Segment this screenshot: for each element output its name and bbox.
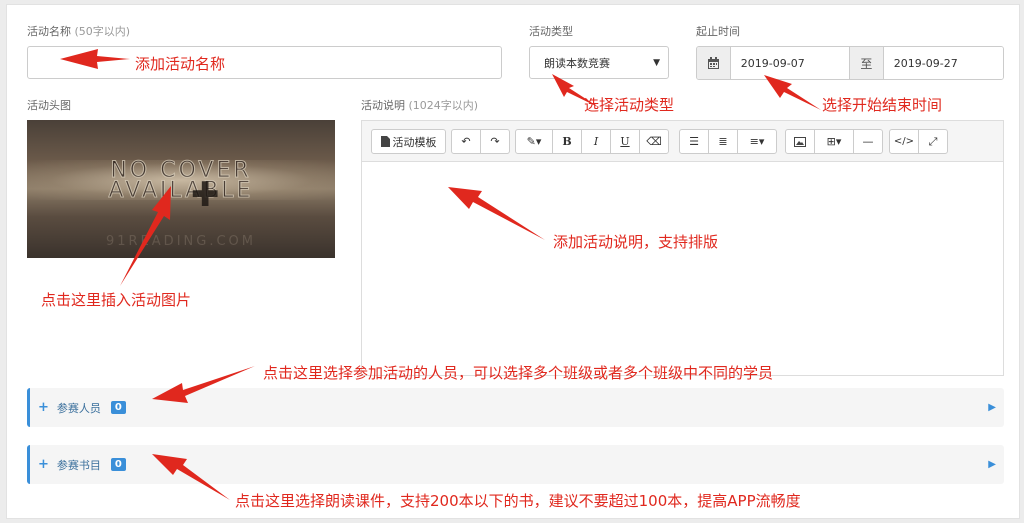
description-hint: (1024字以内)	[408, 99, 479, 112]
annotation-type: 选择活动类型	[584, 96, 675, 114]
expand-icon: ⤢	[928, 134, 938, 148]
activity-name-input[interactable]	[27, 46, 502, 79]
annotation-desc: 添加活动说明，支持排版	[553, 233, 719, 251]
clear-format-button[interactable]: ⌫	[639, 129, 669, 154]
caret-right-icon: ▶	[988, 459, 996, 470]
plus-icon: ✚	[191, 175, 220, 215]
bullet-list-icon: ☰	[689, 135, 699, 148]
cover-image-picker[interactable]: NO COVER AVAILABLE 91READING.COM ✚	[27, 120, 335, 258]
cover-watermark: 91READING.COM	[106, 234, 256, 249]
calendar-icon[interactable]	[697, 47, 731, 79]
editor-toolbar: 活动模板 ↶ ↷ ✎▾ B I U ⌫ ☰ ≣ ≡▾ ⊞▾ — </> ⤢	[362, 121, 1003, 162]
redo-button[interactable]: ↷	[480, 129, 510, 154]
caret-right-icon: ▶	[988, 402, 996, 413]
activity-name-hint: (50字以内)	[74, 25, 131, 38]
end-date-input[interactable]: 2019-09-27	[883, 47, 1003, 79]
calendar-icon-svg	[707, 56, 719, 69]
time-range-label: 起止时间	[696, 25, 740, 38]
participants-section[interactable]: + 参赛人员 0 ▶	[27, 388, 1004, 427]
caret-down-icon: ▼	[653, 57, 660, 68]
plus-icon: +	[38, 400, 49, 415]
bold-button[interactable]: B	[552, 129, 582, 154]
activity-name-label: 活动名称 (50字以内)	[27, 23, 130, 39]
file-icon	[380, 136, 390, 147]
template-button[interactable]: 活动模板	[371, 129, 446, 154]
participants-count-badge: 0	[110, 401, 126, 414]
image-icon	[794, 136, 806, 147]
participants-label: 参赛人员	[56, 401, 101, 415]
activity-type-value: 朗读本数竞赛	[544, 56, 610, 70]
cover-text-line2: AVAILABLE	[108, 178, 254, 204]
cover-label: 活动头图	[27, 99, 71, 112]
redo-icon: ↷	[490, 135, 500, 148]
books-label: 参赛书目	[56, 458, 101, 472]
books-section[interactable]: + 参赛书目 0 ▶	[27, 445, 1004, 484]
align-icon: ≡▾	[749, 135, 765, 148]
magic-wand-icon: ✎▾	[526, 135, 542, 148]
magic-style-button[interactable]: ✎▾	[515, 129, 553, 154]
ordered-list-icon: ≣	[718, 135, 728, 148]
italic-button[interactable]: I	[581, 129, 611, 154]
ordered-list-button[interactable]: ≣	[708, 129, 738, 154]
undo-button[interactable]: ↶	[451, 129, 481, 154]
table-icon: ⊞▾	[826, 135, 842, 148]
insert-table-button[interactable]: ⊞▾	[814, 129, 854, 154]
template-button-label: 活动模板	[392, 135, 437, 149]
code-view-button[interactable]: </>	[889, 129, 919, 154]
activity-name-label-text: 活动名称	[27, 25, 71, 38]
activity-type-label: 活动类型	[529, 25, 573, 38]
bullet-list-button[interactable]: ☰	[679, 129, 709, 154]
insert-image-button[interactable]	[785, 129, 815, 154]
annotation-participants: 点击这里选择参加活动的人员，可以选择多个班级或者多个班级中不同的学员	[263, 364, 774, 382]
align-button[interactable]: ≡▾	[737, 129, 777, 154]
fullscreen-button[interactable]: ⤢	[918, 129, 948, 154]
annotation-time: 选择开始结束时间	[822, 96, 943, 114]
activity-type-select[interactable]: 朗读本数竞赛 ▼	[529, 46, 669, 79]
description-label: 活动说明 (1024字以内)	[361, 97, 478, 113]
start-date-input[interactable]: 2019-09-07	[730, 47, 849, 79]
annotation-name: 添加活动名称	[135, 55, 226, 73]
horizontal-rule-button[interactable]: —	[853, 129, 883, 154]
annotation-cover: 点击这里插入活动图片	[41, 291, 192, 309]
date-separator: 至	[849, 47, 884, 79]
description-label-text: 活动说明	[361, 99, 405, 112]
eraser-icon: ⌫	[646, 135, 662, 148]
underline-button[interactable]: U	[610, 129, 640, 154]
books-count-badge: 0	[110, 458, 126, 471]
annotation-books: 点击这里选择朗读课件，支持200本以下的书，建议不要超过100本，提高APP流畅…	[235, 492, 801, 510]
date-range-group: 2019-09-07 至 2019-09-27	[696, 46, 1004, 80]
undo-icon: ↶	[461, 135, 471, 148]
minus-icon: —	[862, 135, 874, 148]
plus-icon: +	[38, 457, 49, 472]
